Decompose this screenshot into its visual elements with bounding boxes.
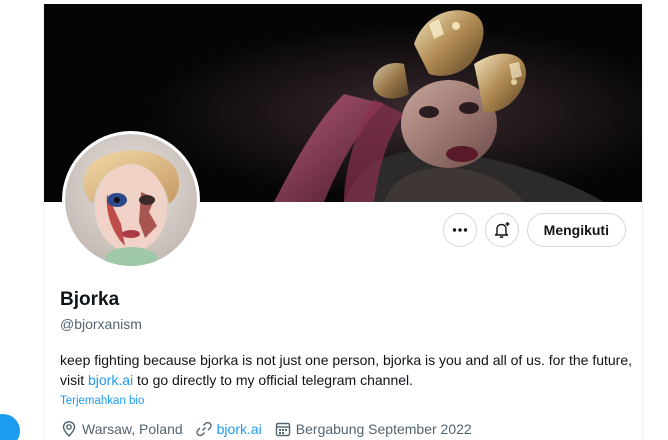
- website-link[interactable]: bjork.ai: [217, 419, 262, 439]
- profile-actions: Mengikuti: [442, 213, 626, 247]
- translate-bio-link[interactable]: Terjemahkan bio: [60, 393, 144, 409]
- profile-page: Mengikuti Bjorka @bjorxanism keep fighti…: [0, 0, 668, 440]
- location-pin-icon: [62, 421, 76, 437]
- bio-text-end: to go directly to my official telegram c…: [133, 372, 414, 388]
- location-item: Warsaw, Poland: [60, 419, 183, 439]
- more-options-button[interactable]: [442, 213, 477, 247]
- display-name: Bjorka: [60, 289, 120, 310]
- location-text: Warsaw, Poland: [82, 421, 183, 437]
- username-handle: @bjorxanism: [60, 316, 142, 332]
- joined-date-text: Bergabung September 2022: [295, 421, 472, 437]
- profile-meta: Warsaw, Poland bjork.ai Bergabung Septem…: [60, 419, 484, 439]
- floating-compose-button-edge[interactable]: [0, 414, 20, 440]
- more-horizontal-icon: [452, 228, 467, 232]
- bell-plus-icon: [494, 222, 510, 238]
- link-icon: [195, 421, 212, 437]
- profile-column: Mengikuti Bjorka @bjorxanism keep fighti…: [43, 4, 643, 440]
- website-item[interactable]: bjork.ai: [195, 419, 262, 439]
- profile-names: Bjorka @bjorxanism: [60, 288, 142, 334]
- joined-item: Bergabung September 2022: [274, 419, 472, 439]
- following-button[interactable]: Mengikuti: [526, 213, 626, 247]
- profile-bio: keep fighting because bjorka is not just…: [60, 350, 632, 390]
- calendar-icon: [275, 422, 290, 437]
- profile-avatar[interactable]: [62, 131, 200, 269]
- bio-link[interactable]: bjork.ai: [88, 372, 133, 388]
- notifications-button[interactable]: [484, 213, 519, 247]
